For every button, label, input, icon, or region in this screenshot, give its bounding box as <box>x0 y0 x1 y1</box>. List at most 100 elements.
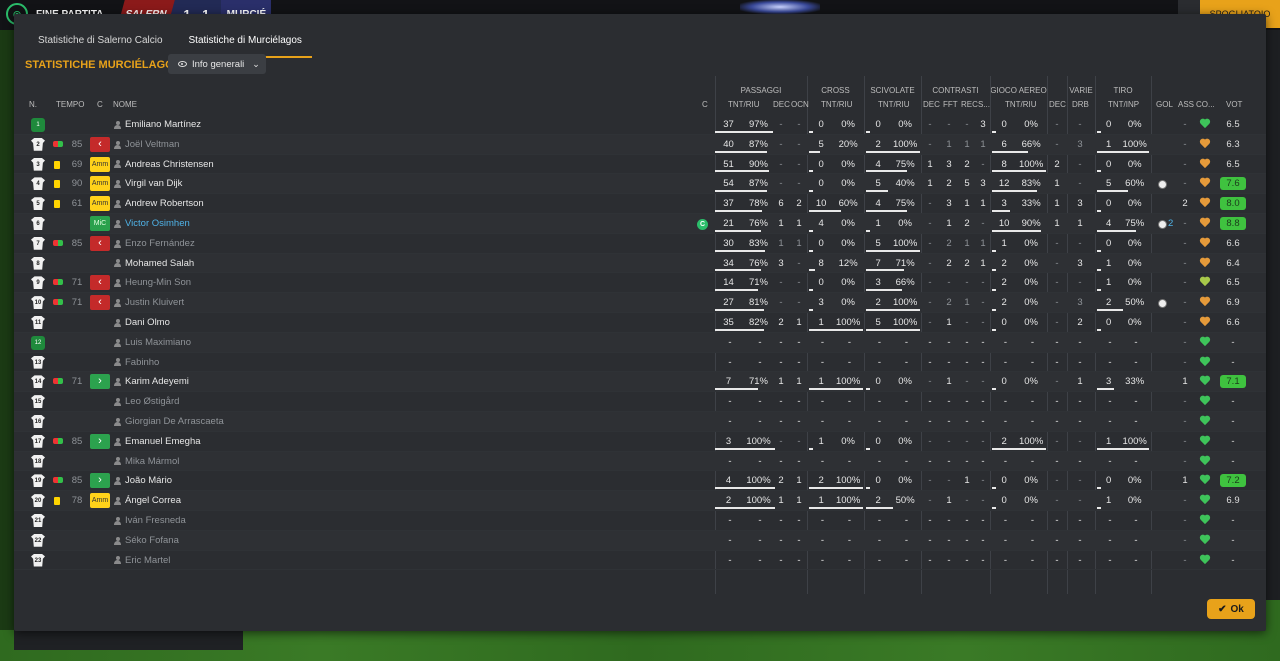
table-row[interactable]: 14 71 › Karim Adeyemi 7 71% 1 1 1 100% 0 0% -1- -0 0% -… <box>14 372 1266 393</box>
player-name[interactable]: Justin Kluivert <box>114 293 184 313</box>
column-header-cross[interactable]: TNT/RIU <box>821 100 853 114</box>
stat-cell: - <box>928 237 932 249</box>
table-row[interactable]: 18 Mika Mármol - - - - - - - - - - - - - - - - - - - - <box>14 451 1266 472</box>
player-name-text[interactable]: Mohamed Salah <box>125 254 194 274</box>
player-name[interactable]: Mohamed Salah <box>114 254 194 274</box>
tab-salerno[interactable]: Statistiche di Salerno Calcio <box>28 31 173 58</box>
player-name-text[interactable]: Karim Adeyemi <box>125 372 189 392</box>
player-name[interactable]: Dani Olmo <box>114 313 170 333</box>
stat-cell: - <box>965 356 969 368</box>
table-row[interactable]: 11 Dani Olmo 35 82% 2 1 1 100% 5 100% -1- -0 0% -2 0 0%… <box>14 313 1266 333</box>
player-name-text[interactable]: Emanuel Emegha <box>125 432 201 452</box>
column-header-ocn[interactable]: OCN <box>791 100 809 114</box>
success-bar <box>992 209 1010 212</box>
player-name-text[interactable]: Dani Olmo <box>125 313 170 333</box>
table-row[interactable]: 13 Fabinho - - - - - - - - - - - - - - - - - - - - <box>14 353 1266 373</box>
column-header-tiro[interactable]: TNT/INP <box>1108 100 1139 114</box>
table-row[interactable]: 7 85 ‹ Enzo Fernández 30 83% 1 1 0 0% 5 100% -2 1 1 1 0%… <box>14 234 1266 254</box>
player-name[interactable]: João Mário <box>114 471 172 491</box>
table-row[interactable]: 4 90 Amm Virgil van Dijk 54 87% - -0 0% 5 40% 1 2 5 3 1… <box>14 174 1266 195</box>
column-header-cdec[interactable]: DEC <box>923 100 940 114</box>
column-header-tntriu[interactable]: TNT/RIU <box>728 100 760 114</box>
player-name[interactable]: Virgil van Dijk <box>114 174 182 194</box>
player-name[interactable]: Fabinho <box>114 353 159 373</box>
player-name[interactable]: Leo Østigård <box>114 392 179 412</box>
position-badge: ‹ <box>90 295 110 311</box>
player-name-text[interactable]: Séko Fofana <box>125 531 179 551</box>
table-row[interactable]: 20 78 Amm Ángel Correa 2 100% 1 1 1 100% 2 50% -1- -0… <box>14 491 1266 511</box>
column-header-s[interactable]: S... <box>978 100 990 114</box>
column-header-c2[interactable]: C <box>702 100 708 114</box>
player-name-text[interactable]: Luis Maximiano <box>125 333 191 353</box>
player-name-text[interactable]: Enzo Fernández <box>125 234 195 254</box>
player-name[interactable]: Iván Fresneda <box>114 511 186 531</box>
player-name[interactable]: Heung-Min Son <box>114 273 191 293</box>
player-name-text[interactable]: Giorgian De Arrascaeta <box>125 412 224 432</box>
table-row[interactable]: 5 61 Amm Andrew Robertson 37 78% 6 2 10 60% 4 75% -3… <box>14 194 1266 214</box>
view-dropdown[interactable]: Info generali ⌄ <box>168 54 266 74</box>
player-name-text[interactable]: Eric Martel <box>125 551 170 571</box>
column-header-n[interactable]: N. <box>29 100 37 114</box>
player-name[interactable]: Andreas Christensen <box>114 155 214 175</box>
column-header-adec[interactable]: DEC <box>1049 100 1066 114</box>
table-row[interactable]: 1 Emiliano Martínez 37 97% - -0 0% 0 0% - - -3 0 0% - -… <box>14 115 1266 135</box>
column-header-c[interactable]: C <box>97 100 103 114</box>
player-name[interactable]: Emiliano Martínez <box>114 115 201 135</box>
player-name-text[interactable]: Emiliano Martínez <box>125 115 201 135</box>
player-name[interactable]: Giorgian De Arrascaeta <box>114 412 224 432</box>
player-name-text[interactable]: Victor Osimhen <box>125 214 190 234</box>
column-header-gol[interactable]: GOL <box>1156 100 1173 114</box>
player-name-text[interactable]: Joël Veltman <box>125 135 179 155</box>
player-name[interactable]: Enzo Fernández <box>114 234 195 254</box>
player-name-text[interactable]: Andreas Christensen <box>125 155 214 175</box>
table-row[interactable]: 2 85 ‹ Joël Veltman 40 87% - -5 20% 2 100% -1 1 1 6 66%… <box>14 134 1266 155</box>
player-name-text[interactable]: Iván Fresneda <box>125 511 186 531</box>
table-row[interactable]: 15 Leo Østigård - - - - - - - - - - - - - - - - - - - - <box>14 392 1266 412</box>
player-name[interactable]: Ángel Correa <box>114 491 181 511</box>
player-name[interactable]: Séko Fofana <box>114 531 179 551</box>
player-name[interactable]: Mika Mármol <box>114 452 179 472</box>
player-name[interactable]: Victor Osimhen <box>114 214 190 234</box>
table-row[interactable]: 22 Séko Fofana - - - - - - - - - - - - - - - - - - - - <box>14 530 1266 551</box>
player-name[interactable]: Luis Maximiano <box>114 333 191 353</box>
column-header-tempo[interactable]: TEMPO <box>56 100 84 114</box>
table-row[interactable]: 21 Iván Fresneda - - - - - - - - - - - - - - - - - - - - <box>14 511 1266 531</box>
player-name-text[interactable]: Leo Østigård <box>125 392 179 412</box>
player-name[interactable]: Karim Adeyemi <box>114 372 189 392</box>
table-row[interactable]: 9 71 ‹ Heung-Min Son 14 71% - -0 0% 3 66% - - - -2 0% - -… <box>14 273 1266 294</box>
table-row[interactable]: 23 Eric Martel - - - - - - - - - - - - - - - - - - - - <box>14 551 1266 571</box>
column-header-rec[interactable]: REC <box>961 100 978 114</box>
table-row[interactable]: 12 Luis Maximiano - - - - - - - - - - - - - - - - - - - - <box>14 332 1266 353</box>
column-header-dec[interactable]: DEC <box>773 100 790 114</box>
ok-button[interactable]: ✔ Ok <box>1207 599 1255 619</box>
column-header-co2[interactable]: CO... <box>1196 100 1215 114</box>
table-row[interactable]: 17 85 › Emanuel Emegha 3 100% - -1 0% 0 0% - - - -2 100… <box>14 432 1266 452</box>
column-header-fft[interactable]: FFT <box>943 100 958 114</box>
stat-cell: - <box>965 534 969 546</box>
column-header-drb[interactable]: DRB <box>1072 100 1089 114</box>
table-row[interactable]: 19 85 › João Mário 4 100% 2 1 2 100% 0 0% - -1-0 0% - -0… <box>14 471 1266 492</box>
player-name-text[interactable]: Fabinho <box>125 353 159 373</box>
player-name[interactable]: Joël Veltman <box>114 135 179 155</box>
player-name[interactable]: Emanuel Emegha <box>114 432 201 452</box>
column-header-ass[interactable]: ASS <box>1178 100 1194 114</box>
player-name[interactable]: Andrew Robertson <box>114 194 204 214</box>
table-row[interactable]: 16 Giorgian De Arrascaeta - - - - - - - - - - - - - - - -… <box>14 411 1266 432</box>
column-header-nome[interactable]: NOME <box>113 100 137 114</box>
table-row[interactable]: 8 Mohamed Salah 34 76% 3-8 12% 7 71% -2 2 1 2 0% -3 1 0… <box>14 253 1266 274</box>
table-row[interactable]: 6 MiC Victor Osimhen C 21 76% 1 1 4 0% 1 0% -1 2-10 90… <box>14 213 1266 234</box>
player-name-text[interactable]: Virgil van Dijk <box>125 174 182 194</box>
percent-cell: 0% <box>841 297 855 309</box>
player-name-text[interactable]: João Mário <box>125 471 172 491</box>
column-header-aer[interactable]: TNT/RIU <box>1005 100 1037 114</box>
column-header-vot[interactable]: VOT <box>1226 100 1242 114</box>
player-name-text[interactable]: Mika Mármol <box>125 452 179 472</box>
player-name-text[interactable]: Andrew Robertson <box>125 194 204 214</box>
player-name-text[interactable]: Heung-Min Son <box>125 273 191 293</box>
table-row[interactable]: 3 69 Amm Andreas Christensen 51 90% - -0 0% 4 75% 1… <box>14 155 1266 175</box>
table-row[interactable]: 10 71 ‹ Justin Kluivert 27 81% - -3 0% 2 100% -2 1-2… <box>14 293 1266 313</box>
player-name[interactable]: Eric Martel <box>114 551 170 571</box>
column-header-sciv[interactable]: TNT/RIU <box>878 100 910 114</box>
player-name-text[interactable]: Ángel Correa <box>125 491 181 511</box>
player-name-text[interactable]: Justin Kluivert <box>125 293 184 313</box>
